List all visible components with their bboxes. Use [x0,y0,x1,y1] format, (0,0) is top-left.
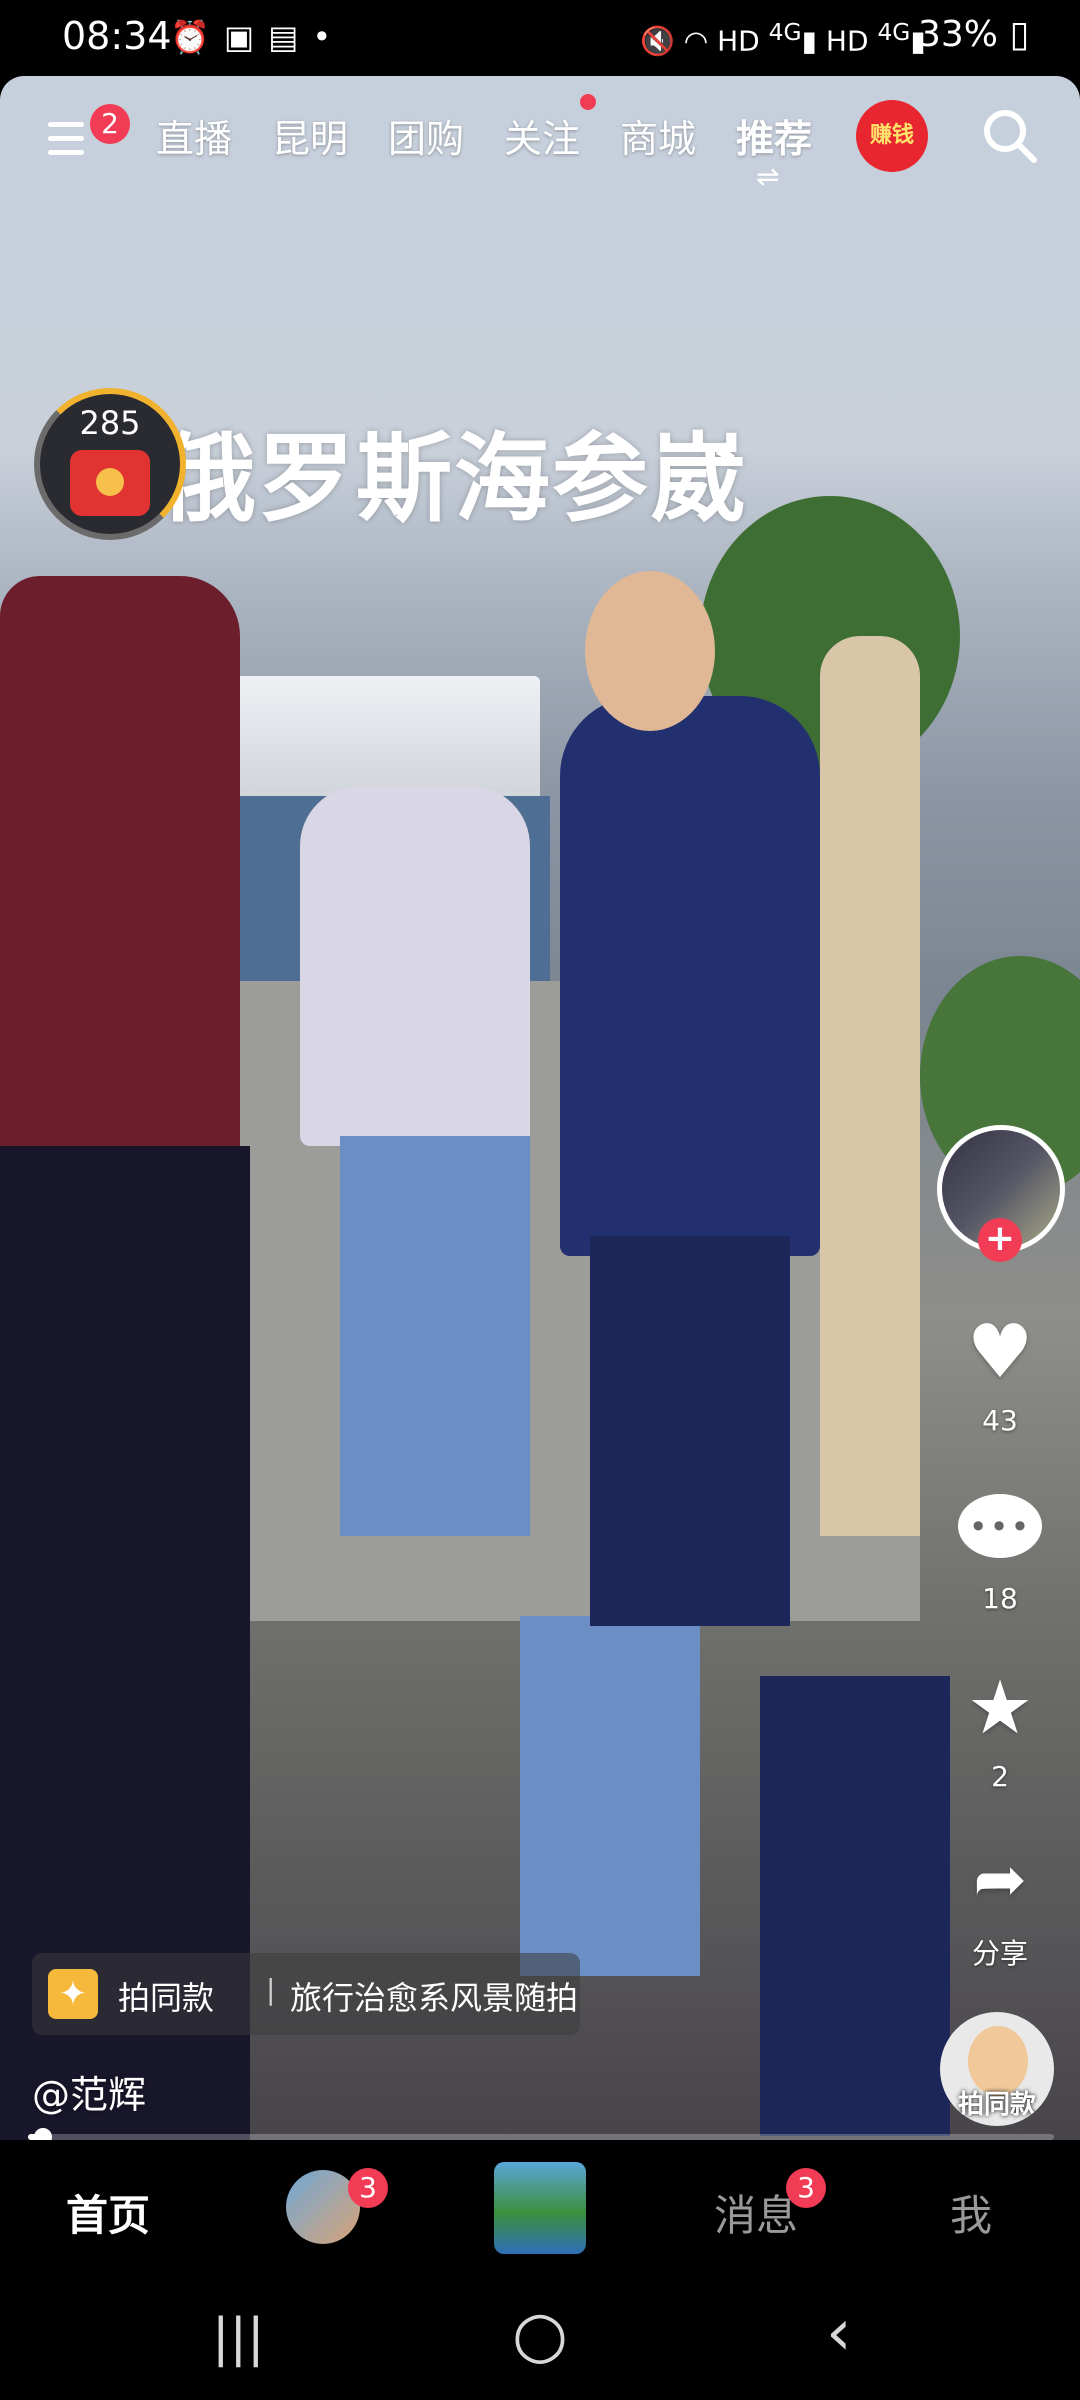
friends-badge: 3 [348,2168,388,2208]
signal-icon: ▮ [801,24,817,58]
gift-coin-count: 285 [79,404,141,442]
video-scene-person [585,571,715,731]
status-time: 08:34 [62,14,172,58]
video-scene-person [300,786,530,1146]
tab-recommend[interactable]: 推荐 [736,108,812,163]
tab-live[interactable]: 直播 [156,108,232,163]
red-bag-icon [70,450,150,516]
video-player[interactable]: 俄罗斯海参崴 [0,76,1080,2140]
tab-me[interactable]: 我 [950,2182,992,2243]
status-bar: 08:34 ⏰▣▤• 🔇 ◠ HD 4G▮ HD 4G▮ 33% ▯ [0,0,1080,76]
messages-badge: 3 [786,2168,826,2208]
like-count: 43 [982,1404,1018,1437]
comment-icon[interactable]: ••• [958,1494,1042,1558]
menu-icon [48,122,84,127]
video-scene-person [590,1236,790,1626]
follow-button[interactable]: + [978,1218,1022,1262]
gallery-icon: ▣ [223,18,269,56]
alarm-icon: ⏰ [170,18,224,56]
swap-icon: ⇌ [756,160,780,193]
network-label-2: 4G [877,18,911,46]
battery-icon: ▯ [1009,14,1030,55]
calendar-icon: ▤ [268,18,313,56]
wifi-icon: ◠ [683,24,709,58]
hd-label-2: HD [825,24,869,58]
earn-coins-button[interactable]: 赚钱 [856,100,928,172]
tab-create[interactable] [494,2162,586,2254]
hd-label: HD [717,24,760,58]
menu-badge: 2 [90,104,130,144]
video-scene-person [340,1136,530,1536]
top-nav: 2 直播 昆明 团购 关注 商城 推荐 ⇌ 赚钱 [0,76,1080,202]
comment-count: 18 [982,1582,1018,1615]
tab-group-buy[interactable]: 团购 [388,108,464,163]
battery-percent: 33% [918,14,999,55]
video-scene-person [520,1616,700,1976]
author-name[interactable]: @范辉 [32,2064,146,2119]
star-icon[interactable]: ★ [956,1668,1044,1748]
video-scene-person [560,696,820,1256]
bottom-tab-bar: 首页 3 消息 3 我 [0,2140,1080,2270]
status-right-icons: 🔇 ◠ HD 4G▮ HD 4G▮ [640,18,926,57]
share-label[interactable]: 分享 [946,1932,1054,1972]
dot-icon: • [312,18,346,56]
heart-icon[interactable]: ♥ [956,1312,1044,1392]
share-icon[interactable]: ➦ [956,1840,1044,1920]
tab-following[interactable]: 关注 [504,108,580,163]
mute-icon: 🔇 [640,24,675,58]
gift-coin-widget[interactable]: 285 [34,388,186,540]
status-left-icons: ⏰▣▤• [170,18,345,56]
same-style-separator: | [266,1973,276,2006]
menu-icon-line [48,136,84,141]
sparkle-icon: ✦ [48,1969,98,2019]
same-style-tag[interactable]: ✦ 拍同款 | 旅行治愈系风景随拍 [32,1953,580,2035]
same-style-label: 拍同款 [118,1979,215,2017]
menu-icon-line [48,150,84,155]
home-icon[interactable]: ○ [512,2298,568,2372]
search-icon[interactable] [978,104,1042,168]
tab-home[interactable]: 首页 [66,2182,150,2243]
favorite-count: 2 [991,1760,1009,1793]
shoot-same-label: 拍同款 [957,2090,1036,2120]
system-nav-bar: ||| ○ ‹ [0,2270,1080,2400]
network-label: 4G [768,18,802,46]
video-scene-person [820,636,920,1536]
shoot-same-button[interactable]: 拍同款 [940,2012,1054,2126]
tab-mall[interactable]: 商城 [620,108,696,163]
menu-button[interactable]: 2 [40,104,130,168]
same-style-topic: 旅行治愈系风景随拍 [290,1979,579,2017]
recent-apps-icon[interactable]: ||| [212,2308,265,2368]
battery-indicator: 33% ▯ [918,14,1029,55]
back-icon[interactable]: ‹ [826,2296,852,2370]
video-scene-person [760,1676,950,2136]
following-dot [580,94,596,110]
tab-kunming[interactable]: 昆明 [272,108,348,163]
video-overlay-title: 俄罗斯海参崴 [160,423,748,535]
